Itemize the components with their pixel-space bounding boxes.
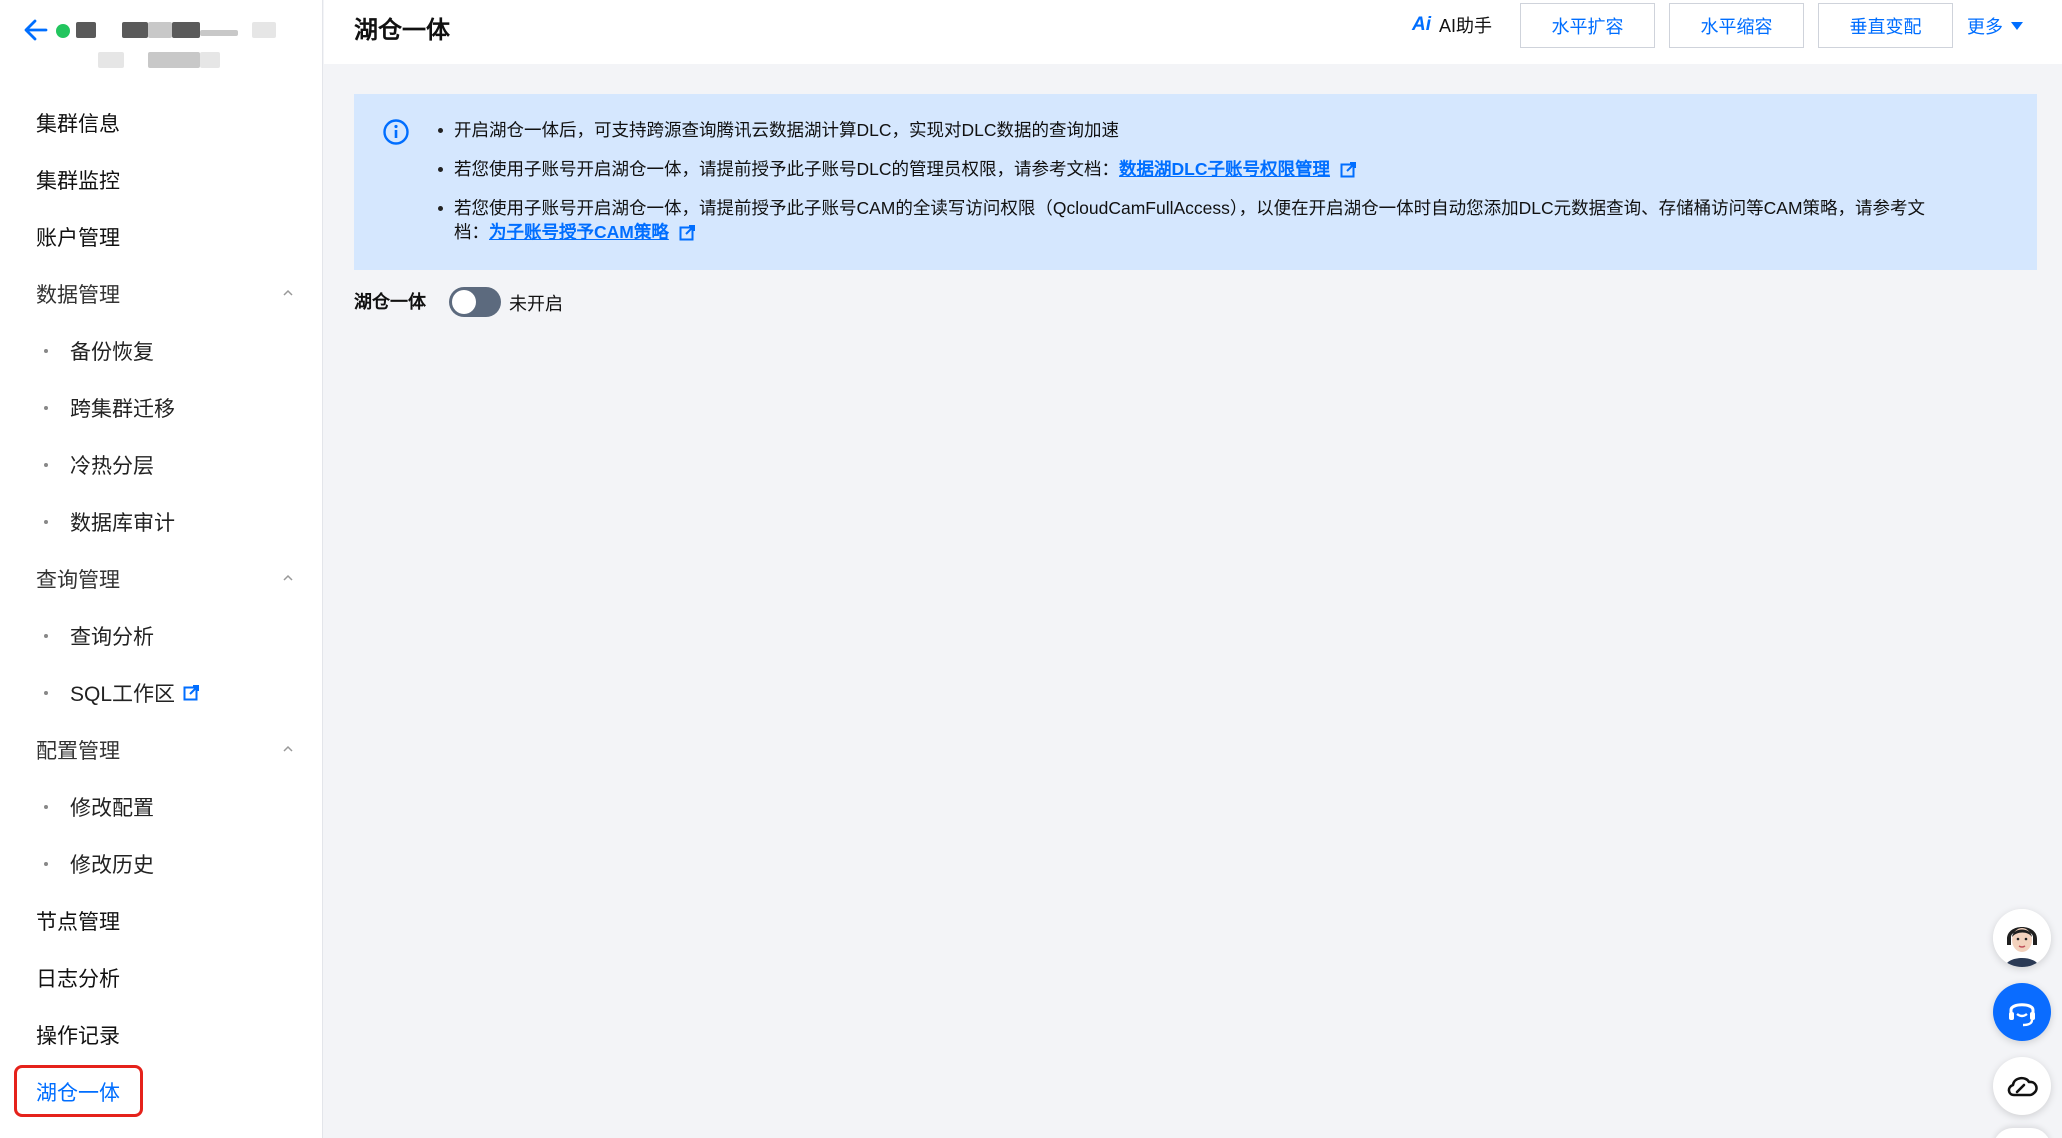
cluster-status-dot: [56, 24, 70, 38]
page-title: 湖仓一体: [354, 17, 450, 44]
bullet-icon: [44, 406, 48, 410]
headset-icon: [2009, 1003, 2035, 1027]
vertical-resize-button[interactable]: 垂直变配: [1818, 3, 1953, 48]
cluster-name-redacted: [76, 22, 96, 38]
sidebar-item-modify-config[interactable]: 修改配置: [0, 778, 322, 835]
ai-assistant-button[interactable]: Ai AI助手: [1412, 12, 1492, 38]
ai-assistant-icon: Ai: [1412, 14, 1431, 35]
cluster-name-redacted: [122, 22, 148, 38]
bullet-icon: [44, 862, 48, 866]
cluster-name-redacted: [252, 22, 276, 38]
sidebar-item-query-analysis[interactable]: 查询分析: [0, 607, 322, 664]
bullet-icon: [44, 805, 48, 809]
chevron-up-icon: [283, 574, 293, 581]
sidebar-item-log-analysis[interactable]: 日志分析: [0, 949, 322, 1006]
sidebar-group-config-management[interactable]: 配置管理: [0, 721, 322, 778]
scale-out-button[interactable]: 水平扩容: [1520, 3, 1655, 48]
sidebar-item-backup-restore[interactable]: 备份恢复: [0, 322, 322, 379]
floating-action-button-partial[interactable]: [1993, 1128, 2051, 1138]
cluster-id-redacted: [200, 52, 220, 68]
toggle-knob: [452, 290, 476, 314]
bullet-icon: [44, 520, 48, 524]
cam-policy-doc-link[interactable]: 为子账号授予CAM策略: [489, 222, 669, 242]
sidebar-item-operation-records[interactable]: 操作记录: [0, 1006, 322, 1063]
sidebar-item-lakehouse[interactable]: 湖仓一体: [0, 1063, 322, 1120]
lakehouse-toggle-switch[interactable]: [449, 287, 501, 317]
info-icon: [383, 119, 409, 145]
sidebar-item-modify-history[interactable]: 修改历史: [0, 835, 322, 892]
cluster-id-redacted: [148, 52, 200, 68]
sidebar-item-sql-workspace[interactable]: SQL工作区: [0, 664, 322, 721]
sidebar-item-cluster-monitor[interactable]: 集群监控: [0, 151, 322, 208]
cloud-icon: [2007, 1076, 2038, 1097]
chevron-up-icon: [283, 745, 293, 752]
chevron-up-icon: [283, 289, 293, 296]
info-line: 若您使用子账号开启湖仓一体，请提前授予此子账号DLC的管理员权限，请参考文档：数…: [438, 157, 2007, 181]
bullet-icon: [438, 167, 443, 172]
sidebar-item-hot-cold-tiering[interactable]: 冷热分层: [0, 436, 322, 493]
cluster-name-redacted: [172, 22, 200, 38]
sidebar-item-account-management[interactable]: 账户管理: [0, 208, 322, 265]
more-label: 更多: [1967, 17, 2003, 37]
customer-service-avatar[interactable]: [1993, 909, 2051, 967]
external-link-icon: [183, 684, 200, 700]
sidebar-item-cross-cluster-migration[interactable]: 跨集群迁移: [0, 379, 322, 436]
page-header: 湖仓一体 Ai AI助手 水平扩容 水平缩容 垂直变配 更多: [324, 0, 2062, 64]
cluster-name-redacted: [148, 22, 172, 38]
bullet-icon: [44, 634, 48, 638]
bullet-icon: [438, 206, 443, 211]
support-chat-button[interactable]: [1993, 983, 2051, 1041]
lakehouse-toggle-label: 湖仓一体: [354, 292, 426, 312]
info-banner: 开启湖仓一体后，可支持跨源查询腾讯云数据湖计算DLC，实现对DLC数据的查询加速…: [354, 94, 2037, 270]
agent-avatar-icon: [1993, 909, 2051, 967]
bullet-icon: [44, 349, 48, 353]
sidebar-group-query-management[interactable]: 查询管理: [0, 550, 322, 607]
sidebar-item-cluster-info[interactable]: 集群信息: [0, 94, 322, 151]
cluster-id-redacted: [98, 52, 124, 68]
dlc-permission-doc-link[interactable]: 数据湖DLC子账号权限管理: [1119, 159, 1330, 179]
external-link-icon[interactable]: [679, 225, 695, 241]
bullet-icon: [44, 691, 48, 695]
sidebar-menu: 集群信息 集群监控 账户管理 数据管理 备份恢复 跨集群迁移 冷热分层 数据库审…: [0, 94, 322, 1120]
info-line: 开启湖仓一体后，可支持跨源查询腾讯云数据湖计算DLC，实现对DLC数据的查询加速: [438, 118, 2007, 142]
sidebar: 集群信息 集群监控 账户管理 数据管理 备份恢复 跨集群迁移 冷热分层 数据库审…: [0, 0, 323, 1138]
cloud-feedback-button[interactable]: [1993, 1057, 2051, 1115]
sidebar-item-database-audit[interactable]: 数据库审计: [0, 493, 322, 550]
scale-in-button[interactable]: 水平缩容: [1669, 3, 1804, 48]
bullet-icon: [44, 463, 48, 467]
sidebar-group-data-management[interactable]: 数据管理: [0, 265, 322, 322]
ai-assistant-label: AI助手: [1439, 16, 1493, 36]
back-arrow-icon[interactable]: [22, 16, 50, 44]
toggle-status-text: 未开启: [509, 294, 563, 314]
sidebar-item-node-management[interactable]: 节点管理: [0, 892, 322, 949]
cluster-name-redacted: [200, 30, 238, 36]
info-line: 若您使用子账号开启湖仓一体，请提前授予此子账号CAM的全读写访问权限（Qclou…: [438, 196, 2007, 244]
bullet-icon: [438, 128, 443, 133]
caret-down-icon: [2011, 22, 2023, 30]
app-root: 集群信息 集群监控 账户管理 数据管理 备份恢复 跨集群迁移 冷热分层 数据库审…: [0, 0, 2062, 1138]
more-dropdown[interactable]: 更多: [1967, 13, 2023, 39]
external-link-icon[interactable]: [1340, 162, 1356, 178]
